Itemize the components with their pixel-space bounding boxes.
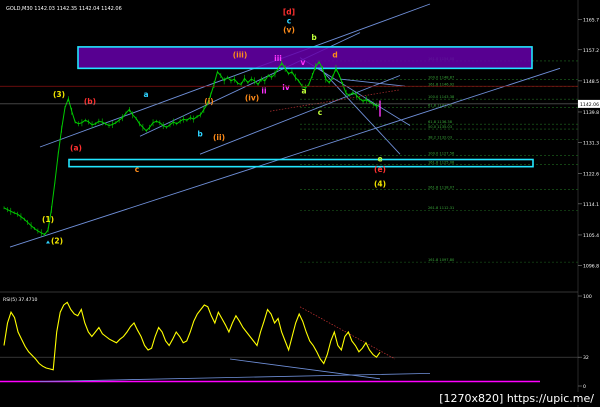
wave-label: (e) <box>374 165 386 174</box>
wave-label: (ii) <box>213 133 225 142</box>
price-tick-label: 1122.6 <box>583 171 599 177</box>
fib-level-label: 50.0 1135.03 <box>428 125 452 129</box>
wave-label: a <box>301 86 306 95</box>
wave-label: c <box>287 17 291 26</box>
wave-label: (2) <box>51 237 63 246</box>
wave-label: iv <box>282 83 290 92</box>
price-tick-label: 1096.8 <box>583 264 599 270</box>
fib-level-label: 100.0 1143.38 <box>428 95 455 99</box>
price-tick-label: 1157.2 <box>583 48 599 54</box>
rsi-tick-label: 0 <box>583 384 586 390</box>
wave-label: b <box>311 33 317 42</box>
wave-label: (iv) <box>245 94 259 103</box>
wave-label: (4) <box>374 179 386 188</box>
wave-label: (iii) <box>233 51 248 60</box>
watermark-text: [1270x820] https://upic.me/ <box>437 392 596 405</box>
price-tick-label: 1114.1 <box>583 202 599 208</box>
price-tick-label: 1165.7 <box>583 17 599 23</box>
wave-label: c <box>135 165 139 174</box>
fib-level-label: 100.0 1127.56 <box>428 152 455 156</box>
price-tick-label: 1105.4 <box>583 233 599 239</box>
chart-title: GOLD,M30 1142.03 1142.35 1142.04 1142.06 <box>6 6 122 12</box>
wave-label: iii <box>274 54 282 63</box>
wave-label: a <box>143 90 148 99</box>
wave-label: b <box>197 129 203 138</box>
wave-label: (i) <box>204 97 213 106</box>
fib-level-label: 261.8 1118.07 <box>428 186 454 190</box>
fib-level-label: 38.2 1132.03 <box>428 136 452 140</box>
wave-label: [d] <box>283 8 295 17</box>
fib-level-label: 61.8 1136.38 <box>428 120 453 124</box>
price-tick-label: 1148.5 <box>583 79 599 85</box>
wave-label: (a) <box>70 144 82 153</box>
current-price-label: 1142.06 <box>580 102 599 108</box>
wave-label: e <box>377 154 382 163</box>
chart: GOLD,M30 1142.03 1142.35 1142.04 1142.06… <box>0 0 600 407</box>
wave-label: c <box>318 108 322 117</box>
wave-label: (b) <box>84 97 96 106</box>
wave-label: ii <box>261 86 266 95</box>
price-tick-label: 1131.3 <box>583 140 599 146</box>
price-tick-label: 1139.8 <box>583 110 599 116</box>
wave-label: d <box>332 51 337 60</box>
wave-label: (1) <box>42 215 54 224</box>
fib-level-label: 161.8 1125.08 <box>428 161 455 165</box>
wave-label: (3) <box>53 90 65 99</box>
fib-level-label: 261.8 1112.31 <box>428 206 454 210</box>
rsi-tick-label: 32 <box>583 355 589 361</box>
rsi-label: RSI(5) 37.4710 <box>3 297 38 303</box>
rsi-tick-label: 100 <box>583 294 592 300</box>
fib-level-label: 100.0 1148.87 <box>428 76 454 80</box>
wave-label: (v) <box>283 26 295 35</box>
wave-label: v <box>301 58 306 67</box>
fib-level-label: 161.8 1097.80 <box>428 258 455 262</box>
